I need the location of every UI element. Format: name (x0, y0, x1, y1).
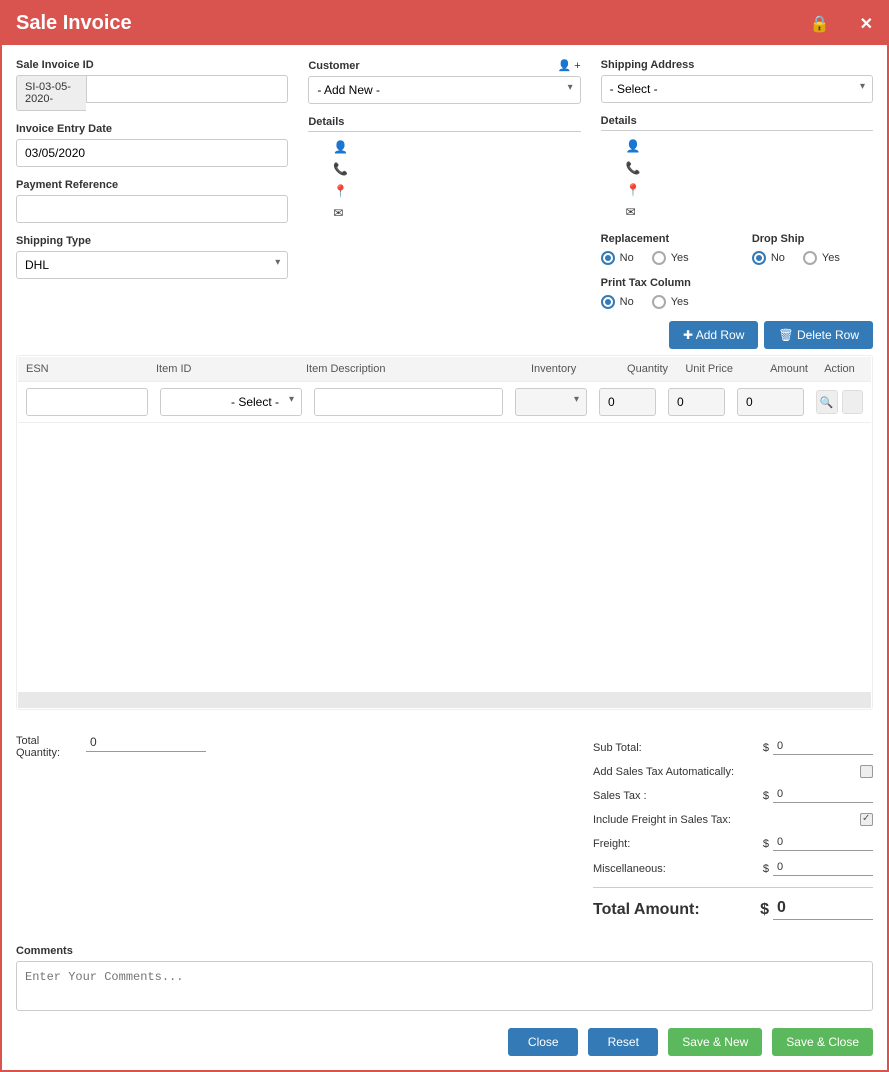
th-action: Action (812, 363, 867, 375)
table-footer-strip (18, 692, 871, 708)
row-itemid-select[interactable] (160, 388, 302, 416)
delete-row-button[interactable]: 🗑 Delete Row (764, 321, 873, 349)
table-row: 🔍 (18, 381, 871, 422)
misc-value: 0 (773, 861, 873, 876)
subtotal-value: 0 (773, 740, 873, 755)
th-unitprice: Unit Price (672, 363, 737, 375)
add-sales-tax-checkbox[interactable] (860, 765, 873, 778)
sale-invoice-id-prefix: SI-03-05-2020- (16, 75, 86, 111)
save-close-button[interactable]: Save & Close (772, 1028, 873, 1056)
sales-tax-value: 0 (773, 788, 873, 803)
modal-title: Sale Invoice (16, 12, 132, 35)
sales-tax-label: Sales Tax : (593, 790, 647, 802)
row-amount-input[interactable] (737, 388, 804, 416)
email-icon-2: ✉ (626, 205, 873, 219)
replacement-no[interactable]: No (601, 251, 634, 265)
printtax-no[interactable]: No (601, 295, 634, 309)
left-column: Sale Invoice ID SI-03-05-2020- Invoice E… (16, 59, 288, 309)
close-button[interactable]: Close (508, 1028, 578, 1056)
comments-label: Comments (16, 945, 873, 957)
drop-ship-label: Drop Ship (752, 233, 873, 245)
right-column: Shipping Address Details 👤 📞 📍 ✉ Replace… (601, 59, 873, 309)
phone-icon: 📞 (333, 162, 580, 176)
row-zoom-icon[interactable]: 🔍 (816, 390, 838, 414)
location-icon: 📍 (333, 184, 580, 198)
freight-label: Freight: (593, 838, 630, 850)
total-amount-value: 0 (773, 899, 873, 920)
shipping-details-header: Details (601, 115, 873, 131)
row-select-checkbox[interactable] (842, 390, 864, 414)
th-itemid: Item ID (152, 363, 302, 375)
row-inventory-select[interactable] (515, 388, 587, 416)
comments-textarea[interactable] (16, 961, 873, 1011)
payment-reference-input[interactable] (16, 195, 288, 223)
sale-invoice-id-input[interactable] (86, 75, 288, 103)
email-icon: ✉ (333, 206, 580, 220)
total-quantity-value: 0 (86, 735, 206, 752)
total-quantity-label: Total Quantity: (16, 735, 66, 759)
th-quantity: Quantity (607, 363, 672, 375)
th-inventory: Inventory (527, 363, 607, 375)
invoice-entry-date-input[interactable] (16, 139, 288, 167)
sale-invoice-id-label: Sale Invoice ID (16, 59, 288, 71)
payment-reference-label: Payment Reference (16, 179, 288, 191)
th-esn: ESN (22, 363, 152, 375)
add-sales-tax-label: Add Sales Tax Automatically: (593, 766, 734, 778)
location-icon-2: 📍 (626, 183, 873, 197)
freight-value: 0 (773, 836, 873, 851)
replacement-yes[interactable]: Yes (652, 251, 689, 265)
sale-invoice-modal: Sale Invoice 🔒 ✕ Sale Invoice ID SI-03-0… (0, 0, 889, 1072)
items-table: ESN Item ID Item Description Inventory Q… (16, 355, 873, 710)
invoice-entry-date-label: Invoice Entry Date (16, 123, 288, 135)
dropship-yes[interactable]: Yes (803, 251, 840, 265)
row-desc-input[interactable] (314, 388, 503, 416)
print-tax-label: Print Tax Column (601, 277, 873, 289)
shipping-type-select[interactable] (16, 251, 288, 279)
include-freight-label: Include Freight in Sales Tax: (593, 814, 731, 826)
include-freight-checkbox[interactable] (860, 813, 873, 826)
dropship-no[interactable]: No (752, 251, 785, 265)
th-amount: Amount (737, 363, 812, 375)
customer-label: Customer (308, 60, 359, 72)
middle-column: Customer 👤 + Details 👤 📞 📍 ✉ (308, 59, 580, 309)
shipping-address-select[interactable] (601, 75, 873, 103)
row-qty-input[interactable] (599, 388, 656, 416)
replacement-label: Replacement (601, 233, 722, 245)
phone-icon-2: 📞 (626, 161, 873, 175)
add-row-button[interactable]: ✚ Add Row (669, 321, 758, 349)
misc-label: Miscellaneous: (593, 863, 666, 875)
header-icons: 🔒 ✕ (810, 14, 873, 34)
shipping-type-label: Shipping Type (16, 235, 288, 247)
row-price-input[interactable] (668, 388, 725, 416)
save-new-button[interactable]: Save & New (668, 1028, 762, 1056)
modal-header: Sale Invoice 🔒 ✕ (2, 2, 887, 45)
close-icon[interactable]: ✕ (860, 14, 873, 34)
customer-details-header: Details (308, 116, 580, 132)
row-esn-input[interactable] (26, 388, 148, 416)
person-icon: 👤 (333, 140, 580, 154)
customer-add-icon[interactable]: 👤 + (557, 59, 580, 72)
subtotal-label: Sub Total: (593, 742, 642, 754)
reset-button[interactable]: Reset (588, 1028, 658, 1056)
customer-select[interactable] (308, 76, 580, 104)
printtax-yes[interactable]: Yes (652, 295, 689, 309)
table-empty-area (18, 422, 871, 692)
lock-icon[interactable]: 🔒 (810, 14, 830, 34)
th-desc: Item Description (302, 363, 527, 375)
person-icon-2: 👤 (626, 139, 873, 153)
shipping-address-label: Shipping Address (601, 59, 873, 71)
total-amount-label: Total Amount: (593, 901, 700, 919)
modal-body: Sale Invoice ID SI-03-05-2020- Invoice E… (2, 45, 887, 1070)
